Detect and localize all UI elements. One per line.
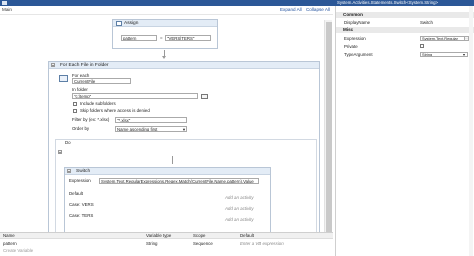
variable-default[interactable]: Enter a VB expression bbox=[240, 241, 284, 247]
foreach-header: ▴ For Each File in Folder bbox=[49, 62, 319, 69]
foreach-icon bbox=[59, 75, 68, 82]
foreach-title: For Each File in Folder bbox=[60, 63, 109, 68]
workflow-designer: Main Expand All Collapse All Assign patt… bbox=[0, 6, 333, 237]
col-name[interactable]: Name bbox=[3, 233, 15, 239]
create-variable-link[interactable]: Create Variable bbox=[3, 248, 33, 254]
connector-arrow bbox=[162, 56, 166, 59]
in-folder-label: In folder bbox=[72, 87, 88, 92]
folder-icon[interactable] bbox=[201, 94, 208, 99]
prop-typeargument: TypeArgument String ▾ bbox=[336, 51, 474, 58]
foreach-activity[interactable]: ▴ For Each File in Folder For each Curre… bbox=[48, 61, 320, 237]
expand-all-link[interactable]: Expand All bbox=[280, 7, 302, 12]
prop-expression: Expression System.Text.Regular … bbox=[336, 35, 474, 42]
variable-row[interactable]: pattern String Sequence Enter a VB expre… bbox=[0, 241, 333, 247]
variables-header-row: Name Variable type Scope Default bbox=[0, 233, 333, 239]
variable-name[interactable]: pattern bbox=[3, 241, 17, 247]
designer-actions: Expand All Collapse All bbox=[277, 7, 330, 12]
prop-displayname-value[interactable]: Switch bbox=[420, 19, 433, 26]
section-misc-label: Misc bbox=[343, 27, 354, 32]
prop-private: Private bbox=[336, 43, 474, 50]
default-add-activity[interactable]: Add an activity bbox=[225, 195, 254, 200]
in-folder-field[interactable]: "c:\temp" bbox=[72, 93, 198, 99]
prop-displayname-label: DisplayName bbox=[344, 20, 371, 25]
properties-panel: Common DisplayName Switch Misc Expressio… bbox=[335, 6, 474, 256]
assign-icon bbox=[116, 21, 122, 26]
default-label: Default bbox=[69, 191, 83, 196]
prop-displayname: DisplayName Switch bbox=[336, 19, 474, 26]
order-by-value: Name ascending first bbox=[117, 127, 158, 132]
collapse-all-link[interactable]: Collapse All bbox=[306, 7, 330, 12]
case-ters-label[interactable]: Case: TERS bbox=[69, 213, 93, 218]
assign-header: Assign bbox=[113, 20, 217, 27]
order-by-label: Order by bbox=[72, 126, 90, 131]
switch-header: ▴ Switch bbox=[65, 168, 270, 175]
filter-field[interactable]: "*.xlsx" bbox=[115, 117, 187, 123]
do-connector-line bbox=[172, 156, 173, 164]
include-subfolders-label: Include subfolders bbox=[80, 101, 116, 106]
col-scope[interactable]: Scope bbox=[193, 233, 205, 239]
include-subfolders-checkbox[interactable] bbox=[73, 102, 77, 106]
prop-expression-label: Expression bbox=[344, 36, 366, 41]
case-vers-label[interactable]: Case: VERS bbox=[69, 202, 94, 207]
chevron-down-icon: ▾ bbox=[182, 127, 185, 132]
chevron-down-icon: ▾ bbox=[463, 52, 466, 57]
prop-typeargument-label: TypeArgument bbox=[344, 52, 373, 57]
do-title: Do bbox=[65, 140, 71, 145]
order-by-select[interactable]: Name ascending first ▾ bbox=[115, 126, 187, 132]
designer-scrollbar-thumb[interactable] bbox=[326, 22, 332, 232]
switch-activity[interactable]: ▴ Switch Expression System.Text.RegularE… bbox=[64, 167, 271, 235]
switch-title: Switch bbox=[76, 169, 91, 174]
variable-type[interactable]: String bbox=[146, 241, 157, 247]
section-misc[interactable]: Misc bbox=[336, 27, 474, 33]
for-each-field[interactable]: CurrentFile bbox=[72, 78, 131, 84]
app-icon bbox=[2, 1, 7, 5]
properties-scrollbar[interactable] bbox=[469, 6, 473, 256]
case-ters-add-activity[interactable]: Add an activity bbox=[225, 217, 254, 222]
designer-divider bbox=[0, 14, 333, 15]
assign-activity[interactable]: Assign pattern = "VERS|TERS" bbox=[112, 19, 218, 49]
switch-collapse-toggle[interactable]: ▴ bbox=[67, 169, 71, 173]
variables-panel: Name Variable type Scope Default pattern… bbox=[0, 232, 333, 256]
do-sequence[interactable]: ▴ Do ▴ Switch Expression System.Text.Reg… bbox=[55, 139, 317, 236]
prop-typeargument-select[interactable]: String bbox=[420, 52, 468, 57]
col-default[interactable]: Default bbox=[240, 233, 254, 239]
assign-to-field[interactable]: pattern bbox=[121, 35, 157, 41]
section-common[interactable]: Common bbox=[336, 12, 474, 18]
expression-field[interactable]: System.Text.RegularExpressions.Regex.Mat… bbox=[99, 178, 259, 184]
prop-expression-value[interactable]: System.Text.Regular bbox=[420, 36, 468, 41]
expression-label: Expression bbox=[69, 178, 91, 183]
prop-private-label: Private bbox=[344, 44, 358, 49]
variable-scope[interactable]: Sequence bbox=[193, 241, 213, 247]
prop-private-checkbox[interactable] bbox=[420, 44, 424, 48]
assign-value-text: VERS|TERS bbox=[168, 36, 193, 41]
assign-operator: = bbox=[160, 35, 163, 40]
do-collapse-toggle[interactable]: ▴ bbox=[58, 150, 62, 154]
create-variable-row[interactable]: Create Variable bbox=[0, 248, 333, 254]
case-vers-add-activity[interactable]: Add an activity bbox=[225, 206, 254, 211]
designer-scrollbar[interactable] bbox=[324, 20, 332, 236]
skip-folders-label: Skip folders where access is denied bbox=[80, 108, 150, 113]
col-type[interactable]: Variable type bbox=[146, 233, 171, 239]
assign-title: Assign bbox=[124, 21, 139, 26]
foreach-collapse-toggle[interactable]: ▴ bbox=[51, 63, 55, 67]
filter-label: Filter by (ex: *.xlsx) bbox=[72, 117, 110, 122]
section-common-label: Common bbox=[343, 12, 363, 17]
assign-value-field[interactable]: "VERS|TERS" bbox=[165, 35, 211, 41]
breadcrumb[interactable]: Main bbox=[2, 7, 12, 12]
skip-folders-checkbox[interactable] bbox=[73, 109, 77, 113]
